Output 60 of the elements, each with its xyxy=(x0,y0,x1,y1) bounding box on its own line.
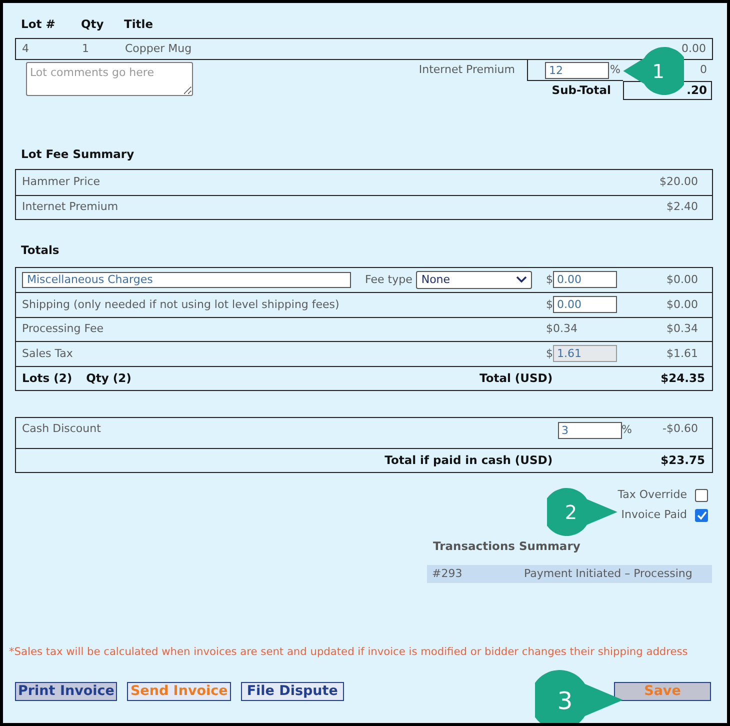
section-heading: Totals xyxy=(21,243,60,258)
column-header: Title xyxy=(124,17,154,32)
lots-count: Lots (2) xyxy=(22,370,72,387)
table-cell: $0.00 xyxy=(666,272,698,286)
table-cell-text: Internet Premium xyxy=(22,199,118,216)
subtotal-amount: .20 xyxy=(686,82,707,99)
checkbox-label: Tax Override xyxy=(618,486,687,503)
table-cell-text: Copper Mug xyxy=(125,40,192,57)
footnote-text: *Sales tax will be calculated when invoices are sent and updated if invoice is modified or bidder changes their shipping address xyxy=(9,645,689,660)
row-label: Processing Fee xyxy=(22,321,104,337)
row-label: Shipping (only needed if not using lot level shipping fees) xyxy=(22,296,340,312)
table-cell: $2.40 xyxy=(666,200,698,214)
table-cell: $1.61 xyxy=(666,346,698,360)
currency-sign: $ xyxy=(546,272,553,288)
transaction-status: Payment Initiated – Processing xyxy=(524,566,692,582)
input-field[interactable]: 3 xyxy=(558,422,622,439)
column-header: Lot # xyxy=(21,17,56,32)
unit-label: % xyxy=(622,422,632,438)
table-cell-text: $0.34 xyxy=(546,321,578,337)
fee-type-select[interactable]: None xyxy=(416,270,532,289)
input-field: 1.61 xyxy=(553,345,617,362)
field-label: Fee type xyxy=(365,272,412,288)
print-button[interactable]: Print Invoice xyxy=(15,682,118,702)
table-cell: $20.00 xyxy=(660,175,698,188)
transaction-id: #293 xyxy=(432,567,462,580)
checkbox-label: Invoice Paid xyxy=(621,506,687,523)
amount-text: -$0.60 xyxy=(662,422,698,435)
table-cell: 4 xyxy=(22,42,29,55)
total-label: Total (USD) xyxy=(480,370,553,385)
row-label: Sales Tax xyxy=(22,346,73,362)
section-heading: Lot Fee Summary xyxy=(21,147,134,161)
callout-marker: 3 xyxy=(535,670,625,723)
input-field[interactable]: 12 xyxy=(545,62,609,78)
checkbox[interactable] xyxy=(695,508,708,522)
currency-sign: $ xyxy=(546,296,553,312)
subtotal-label: Sub-Total xyxy=(552,82,611,99)
total-amount: $23.75 xyxy=(660,452,705,467)
row-label: Cash Discount xyxy=(22,421,101,437)
table-cell: $0.00 xyxy=(666,298,698,310)
dispute-button[interactable]: File Dispute xyxy=(240,682,344,702)
column-header: Qty xyxy=(81,17,104,32)
qty-count: Qty (2) xyxy=(86,370,132,387)
table-cell: $0.34 xyxy=(666,322,698,335)
table-cell-text: Hammer Price xyxy=(22,174,100,190)
callout-marker: 2 xyxy=(547,488,619,536)
field-label: Internet Premium xyxy=(418,62,515,78)
input-field[interactable]: 0.00 xyxy=(553,296,617,314)
section-heading: Transactions Summary xyxy=(433,539,580,553)
currency-sign: $ xyxy=(546,346,553,362)
comment-field[interactable]: Lot comments go here xyxy=(26,62,193,96)
unit-label: % xyxy=(610,62,620,78)
total-label: Total if paid in cash (USD) xyxy=(384,452,553,467)
checkbox[interactable] xyxy=(695,488,708,502)
input-field[interactable]: 0.00 xyxy=(553,271,617,288)
total-amount: $24.35 xyxy=(660,370,705,385)
table-cell: 1 xyxy=(82,42,89,55)
caret-icon xyxy=(516,276,528,284)
amount-text: 0 xyxy=(700,62,707,78)
table-cell-text: 0.00 xyxy=(682,40,707,57)
charge-name-field[interactable]: Miscellaneous Charges xyxy=(22,272,351,288)
